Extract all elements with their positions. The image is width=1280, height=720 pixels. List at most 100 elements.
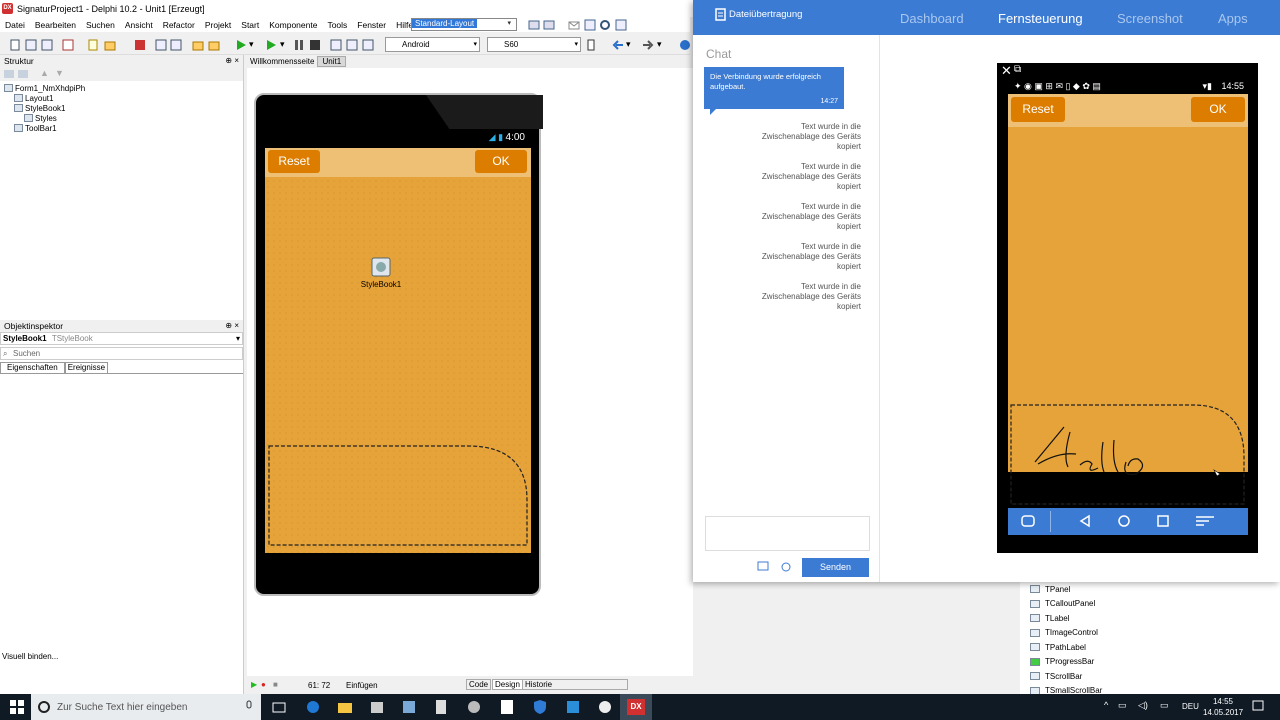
nav-fernsteuerung[interactable]: Fernsteuerung xyxy=(998,11,1083,26)
send-button[interactable]: Senden xyxy=(802,558,869,577)
nav-apps[interactable]: Apps xyxy=(1218,11,1248,26)
menu-start[interactable]: Start xyxy=(236,20,264,30)
tab-ereignisse[interactable]: Ereignisse xyxy=(64,362,109,373)
back-dropdown-icon[interactable]: ▾ xyxy=(626,39,634,51)
add-file-icon[interactable] xyxy=(192,39,204,51)
forward-arrow-icon[interactable] xyxy=(642,39,654,51)
menu-ansicht[interactable]: Ansicht xyxy=(120,20,158,30)
menu-tools[interactable]: Tools xyxy=(322,20,352,30)
file-transfer-button[interactable]: Dateiübertragung xyxy=(715,8,802,21)
palette-item[interactable]: TLabel xyxy=(1020,611,1280,626)
new-icon[interactable] xyxy=(9,39,21,51)
structure-tool-icon[interactable] xyxy=(4,69,14,81)
windows-start-icon[interactable] xyxy=(9,699,25,717)
menu-fenster[interactable]: Fenster xyxy=(352,20,391,30)
device-signature-area[interactable] xyxy=(1008,402,1248,508)
stop-icon[interactable] xyxy=(309,39,321,51)
gear-icon[interactable] xyxy=(599,19,611,31)
screenshot-icon[interactable] xyxy=(757,560,769,574)
save-disk-icon[interactable] xyxy=(134,39,146,51)
tree-item-form[interactable]: Form1_NmXhdpiPh xyxy=(4,83,239,93)
run-dropdown-icon[interactable]: ▾ xyxy=(249,39,257,51)
tab-code[interactable]: Code xyxy=(466,679,492,690)
record-icon[interactable]: ● xyxy=(261,680,266,689)
move-down-icon[interactable]: ▼ xyxy=(55,68,64,78)
form-canvas[interactable]: Reset OK StyleBook1 xyxy=(265,148,531,553)
delphi-taskbar-button[interactable]: DX xyxy=(620,694,652,720)
palette-item[interactable]: TImageControl xyxy=(1020,626,1280,641)
tree-item-layout[interactable]: Layout1 xyxy=(4,93,239,103)
layout-icon-2[interactable] xyxy=(615,19,627,31)
signature-area[interactable] xyxy=(268,445,529,547)
app-switch-icon[interactable] xyxy=(1020,513,1036,531)
tree-item-toolbar[interactable]: ToolBar1 xyxy=(4,123,239,133)
app-icon-2[interactable] xyxy=(466,699,482,715)
structure-delete-icon[interactable] xyxy=(18,69,28,81)
chat-input[interactable] xyxy=(705,516,870,551)
device-screen-view[interactable]: ✕ ⧉ ✦ ◉ ▣ ⊞ ✉ ▯ ◆ ✿ ▤ ▾▮ 14:55 Reset OK xyxy=(997,63,1258,553)
menu-komponente[interactable]: Komponente xyxy=(264,20,322,30)
step-icon[interactable] xyxy=(330,39,342,51)
trace-icon[interactable] xyxy=(362,39,374,51)
open-folder-icon[interactable] xyxy=(104,39,116,51)
taskbar-clock[interactable]: 14:55 14.05.2017 xyxy=(1203,696,1243,718)
recents-icon[interactable] xyxy=(1156,514,1170,530)
save-all-icon[interactable] xyxy=(155,39,167,51)
tab-welcome[interactable]: Willkommensseite xyxy=(247,57,317,66)
back-icon[interactable] xyxy=(1078,514,1092,530)
menu-bearbeiten[interactable]: Bearbeiten xyxy=(30,20,81,30)
forward-dropdown-icon[interactable]: ▾ xyxy=(657,39,665,51)
move-up-icon[interactable]: ▲ xyxy=(40,68,49,78)
nav-dashboard[interactable]: Dashboard xyxy=(900,11,964,26)
external-link-icon[interactable]: ⧉ xyxy=(1014,64,1021,75)
save-icon[interactable] xyxy=(62,39,74,51)
acrobat-icon[interactable] xyxy=(499,699,515,715)
layout-icon[interactable] xyxy=(543,19,555,31)
inspector-search-input[interactable]: ⌕ Suchen xyxy=(0,347,243,360)
menu-suchen[interactable]: Suchen xyxy=(81,20,120,30)
run-icon[interactable] xyxy=(235,39,247,51)
palette-item[interactable]: TPanel xyxy=(1020,582,1280,597)
battery-icon[interactable]: ▭ xyxy=(1160,700,1169,711)
device-icon[interactable] xyxy=(585,39,597,51)
nav-screenshot[interactable]: Screenshot xyxy=(1117,11,1183,26)
taskbar-search-input[interactable]: Zur Suche Text hier eingeben xyxy=(31,694,261,720)
remove-file-icon[interactable] xyxy=(208,39,220,51)
reset-button[interactable]: Reset xyxy=(268,150,320,173)
tree-item-styles[interactable]: Styles xyxy=(4,113,239,123)
device-combo[interactable]: S60 ▾ xyxy=(487,37,581,52)
close-file-icon[interactable] xyxy=(41,39,53,51)
tab-historie[interactable]: Historie xyxy=(522,679,628,690)
pin-icon[interactable]: ⊕ × xyxy=(225,320,239,332)
alarm-icon[interactable] xyxy=(780,560,792,574)
layout-save-icon[interactable] xyxy=(528,19,540,31)
menu-icon[interactable] xyxy=(1195,514,1215,530)
palette-item[interactable]: TPathLabel xyxy=(1020,640,1280,655)
play-icon[interactable]: ▶ xyxy=(251,680,257,689)
microphone-icon[interactable] xyxy=(245,700,253,716)
palette-item[interactable]: TCalloutPanel xyxy=(1020,597,1280,612)
inspector-object-selector[interactable]: StyleBook1 TStyleBook ▾ xyxy=(0,332,243,345)
run-without-debug-icon[interactable] xyxy=(265,39,277,51)
tab-eigenschaften[interactable]: Eigenschaften xyxy=(0,362,65,373)
stop-icon[interactable]: ■ xyxy=(273,680,278,689)
defender-icon[interactable] xyxy=(532,699,548,715)
app-icon-3[interactable] xyxy=(565,699,581,715)
platform-combo[interactable]: Android ▾ xyxy=(385,37,480,52)
help-icon[interactable] xyxy=(679,39,691,51)
app-icon-1[interactable] xyxy=(401,699,417,715)
notifications-icon[interactable] xyxy=(1251,699,1265,715)
calculator-icon[interactable] xyxy=(433,699,449,715)
open-icon[interactable] xyxy=(25,39,37,51)
run-dropdown-icon-2[interactable]: ▾ xyxy=(280,39,288,51)
device-ok-button[interactable]: OK xyxy=(1191,97,1245,122)
palette-item[interactable]: TProgressBar xyxy=(1020,655,1280,670)
step-over-icon[interactable] xyxy=(346,39,358,51)
left-status[interactable]: Visuell binden... xyxy=(0,652,244,666)
palette-item[interactable]: TScrollBar xyxy=(1020,669,1280,684)
mail-icon[interactable] xyxy=(568,19,580,31)
clock-app-icon[interactable] xyxy=(597,699,613,715)
tray-up-icon[interactable]: ^ xyxy=(1104,700,1108,710)
new-form-icon[interactable] xyxy=(87,39,99,51)
file-explorer-icon[interactable] xyxy=(337,699,353,715)
